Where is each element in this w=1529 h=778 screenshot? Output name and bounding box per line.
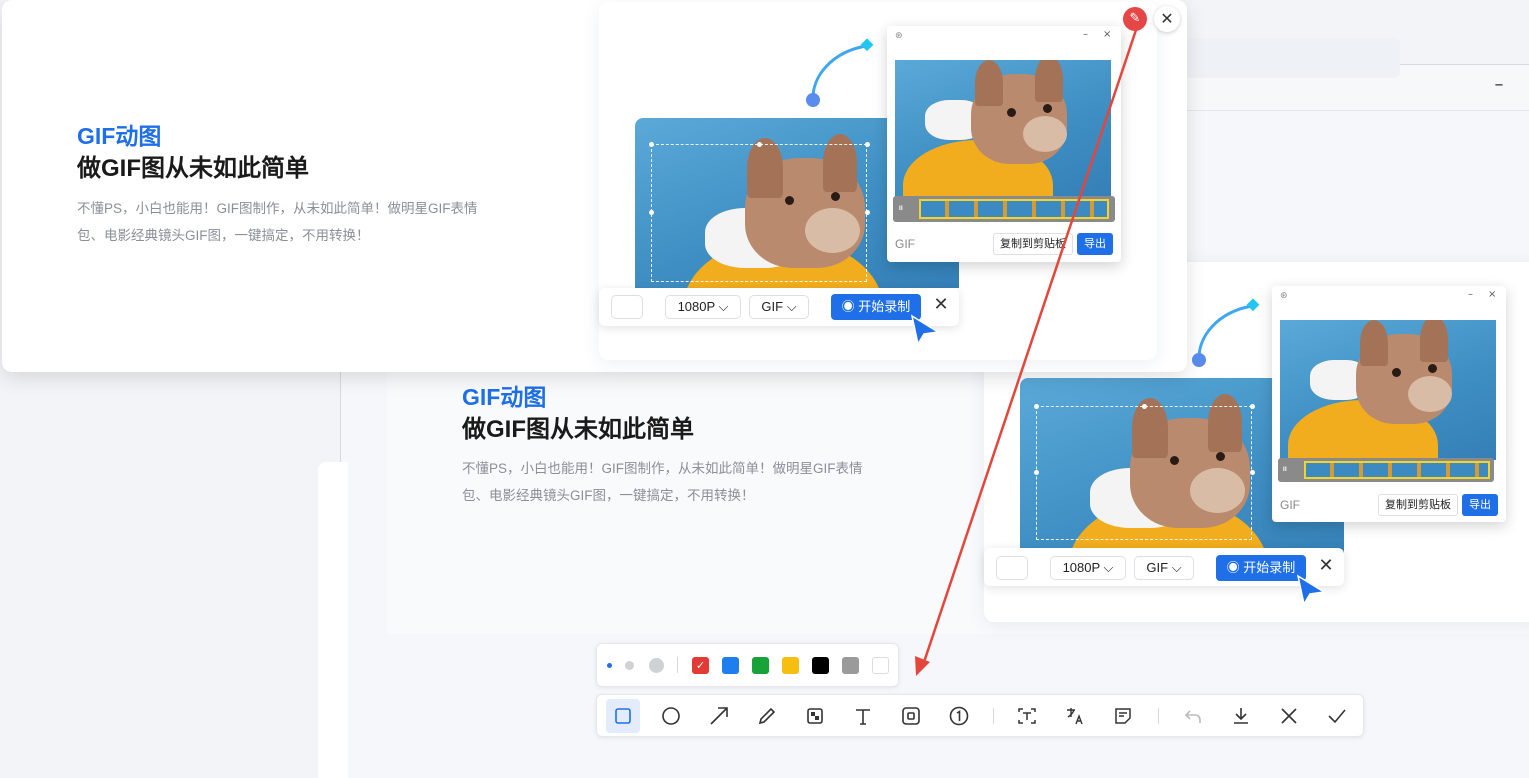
resolution-value: 1080P <box>1062 560 1100 575</box>
preview-photo-top <box>895 60 1111 200</box>
color-blue[interactable] <box>722 657 739 674</box>
resolution-select[interactable]: 1080P ⌵ <box>1050 556 1126 580</box>
gif-preview-window-top: ⊛ – × ⏸ GIF 复制到剪贴板 导出 <box>887 26 1121 262</box>
format-value: GIF <box>1146 560 1169 575</box>
preview-format-label: GIF <box>1280 498 1300 512</box>
record-toolbar: 1080P ⌵ GIF ⌵ ◉ 开始录制 ✕ <box>984 548 1344 586</box>
color-red[interactable]: ✓ <box>692 657 709 674</box>
feature-tag-top: GIF动图 <box>77 123 162 149</box>
undo-icon <box>1184 710 1201 723</box>
number-tool[interactable] <box>942 699 976 733</box>
format-value-top: GIF <box>761 299 784 314</box>
translate-tool[interactable] <box>1058 699 1092 733</box>
cancel-button[interactable] <box>1272 699 1306 733</box>
size-medium[interactable] <box>625 661 634 670</box>
translate-icon <box>1067 708 1083 725</box>
feature-headline-top: 做GIF图从未如此简单 <box>77 155 309 182</box>
blur-icon <box>902 707 920 725</box>
size-small[interactable] <box>607 663 612 668</box>
ocr-text-icon <box>1018 708 1036 724</box>
preview-photo <box>1280 320 1496 460</box>
note-icon <box>1115 708 1131 724</box>
color-white[interactable] <box>872 657 889 674</box>
check-icon <box>1328 709 1346 724</box>
download-icon <box>1234 708 1248 724</box>
feature-description-line1: 不懂PS，小白也能用！GIF图制作，从未如此简单！做明星GIF表情 <box>462 461 863 476</box>
resolution-value-top: 1080P <box>677 299 715 314</box>
feature-description-line2: 包、电影经典镜头GIF图，一键搞定，不用转换！ <box>462 488 755 503</box>
cursor-icon <box>1296 574 1326 606</box>
preview-titlebar-top: ⊛ – × <box>895 29 1112 41</box>
filmstrip-top[interactable]: ⏸ <box>893 196 1115 222</box>
gif-preview-window: ⊛ – × ⏸ GIF 复制到剪贴板 导出 <box>1272 286 1506 522</box>
frame-range-top[interactable] <box>919 199 1109 219</box>
decor-curve <box>1192 298 1260 367</box>
pen-icon <box>758 707 776 725</box>
cursor-icon-top <box>910 314 940 346</box>
note-tool[interactable] <box>1106 699 1140 733</box>
decor-curve-top <box>806 38 874 107</box>
arrow-icon <box>710 707 728 725</box>
mosaic-icon <box>807 708 823 724</box>
color-yellow[interactable] <box>782 657 799 674</box>
ocr-tool[interactable] <box>1010 699 1044 733</box>
blur-tool[interactable] <box>894 699 928 733</box>
color-black[interactable] <box>812 657 829 674</box>
close-annotation-button[interactable]: ✕ <box>1154 6 1180 32</box>
format-select-top[interactable]: GIF ⌵ <box>749 295 809 319</box>
color-green[interactable] <box>752 657 769 674</box>
pen-tool[interactable] <box>750 699 784 733</box>
copy-clipboard-button-top[interactable]: 复制到剪贴板 <box>993 233 1073 255</box>
preview-minimize[interactable]: – <box>1468 289 1473 300</box>
side-panel <box>318 462 348 778</box>
preview-close-top[interactable]: × <box>1103 29 1111 40</box>
preview-minimize-top[interactable]: – <box>1083 29 1088 40</box>
number-one-icon <box>949 706 969 726</box>
undo-button[interactable] <box>1176 699 1210 733</box>
export-button[interactable]: 导出 <box>1462 494 1498 516</box>
color-gray[interactable] <box>842 657 859 674</box>
preview-format-label-top: GIF <box>895 237 915 251</box>
pause-icon[interactable]: ⏸ <box>1282 462 1288 476</box>
feature-tag: GIF动图 <box>462 384 547 410</box>
mosaic-tool[interactable] <box>798 699 832 733</box>
size-large[interactable] <box>649 658 664 673</box>
text-icon <box>856 709 870 725</box>
edit-icon[interactable]: ✎ <box>1123 7 1147 31</box>
feature-description-top-line2: 包、电影经典镜头GIF图，一键搞定，不用转换！ <box>77 228 370 243</box>
annotation-toolbar <box>596 694 1364 737</box>
copy-clipboard-button[interactable]: 复制到剪贴板 <box>1378 494 1458 516</box>
color-pill[interactable] <box>996 556 1028 580</box>
color-pill-top[interactable] <box>611 295 643 319</box>
color-size-bar: ✓ <box>596 643 899 687</box>
start-record-button-top[interactable]: ◉ 开始录制 <box>831 294 921 320</box>
download-button[interactable] <box>1224 699 1258 733</box>
text-tool[interactable] <box>846 699 880 733</box>
feature-description-top-line1: 不懂PS，小白也能用！GIF图制作，从未如此简单！做明星GIF表情 <box>77 201 478 216</box>
frame-range[interactable] <box>1304 461 1490 479</box>
pause-icon-top[interactable]: ⏸ <box>898 201 904 215</box>
start-record-label-top: 开始录制 <box>858 299 911 314</box>
preview-close[interactable]: × <box>1488 289 1496 300</box>
start-record-button[interactable]: ◉ 开始录制 <box>1216 555 1306 581</box>
rectangle-tool[interactable] <box>606 699 640 733</box>
format-select[interactable]: GIF ⌵ <box>1134 556 1194 580</box>
filmstrip[interactable]: ⏸ <box>1278 458 1494 482</box>
confirm-button[interactable] <box>1320 699 1354 733</box>
resolution-select-top[interactable]: 1080P ⌵ <box>665 295 741 319</box>
record-toolbar-top: 1080P ⌵ GIF ⌵ ◉ 开始录制 ✕ <box>599 288 959 326</box>
circle-icon <box>662 707 680 725</box>
arrow-tool[interactable] <box>702 699 736 733</box>
feature-headline: 做GIF图从未如此简单 <box>462 416 694 443</box>
close-icon <box>1281 708 1297 724</box>
rectangle-icon <box>615 708 631 724</box>
minimize-button[interactable]: – <box>1489 75 1509 95</box>
export-button-top[interactable]: 导出 <box>1077 233 1113 255</box>
preview-titlebar: ⊛ – × <box>1280 289 1497 301</box>
ellipse-tool[interactable] <box>654 699 688 733</box>
start-record-label: 开始录制 <box>1243 560 1296 575</box>
